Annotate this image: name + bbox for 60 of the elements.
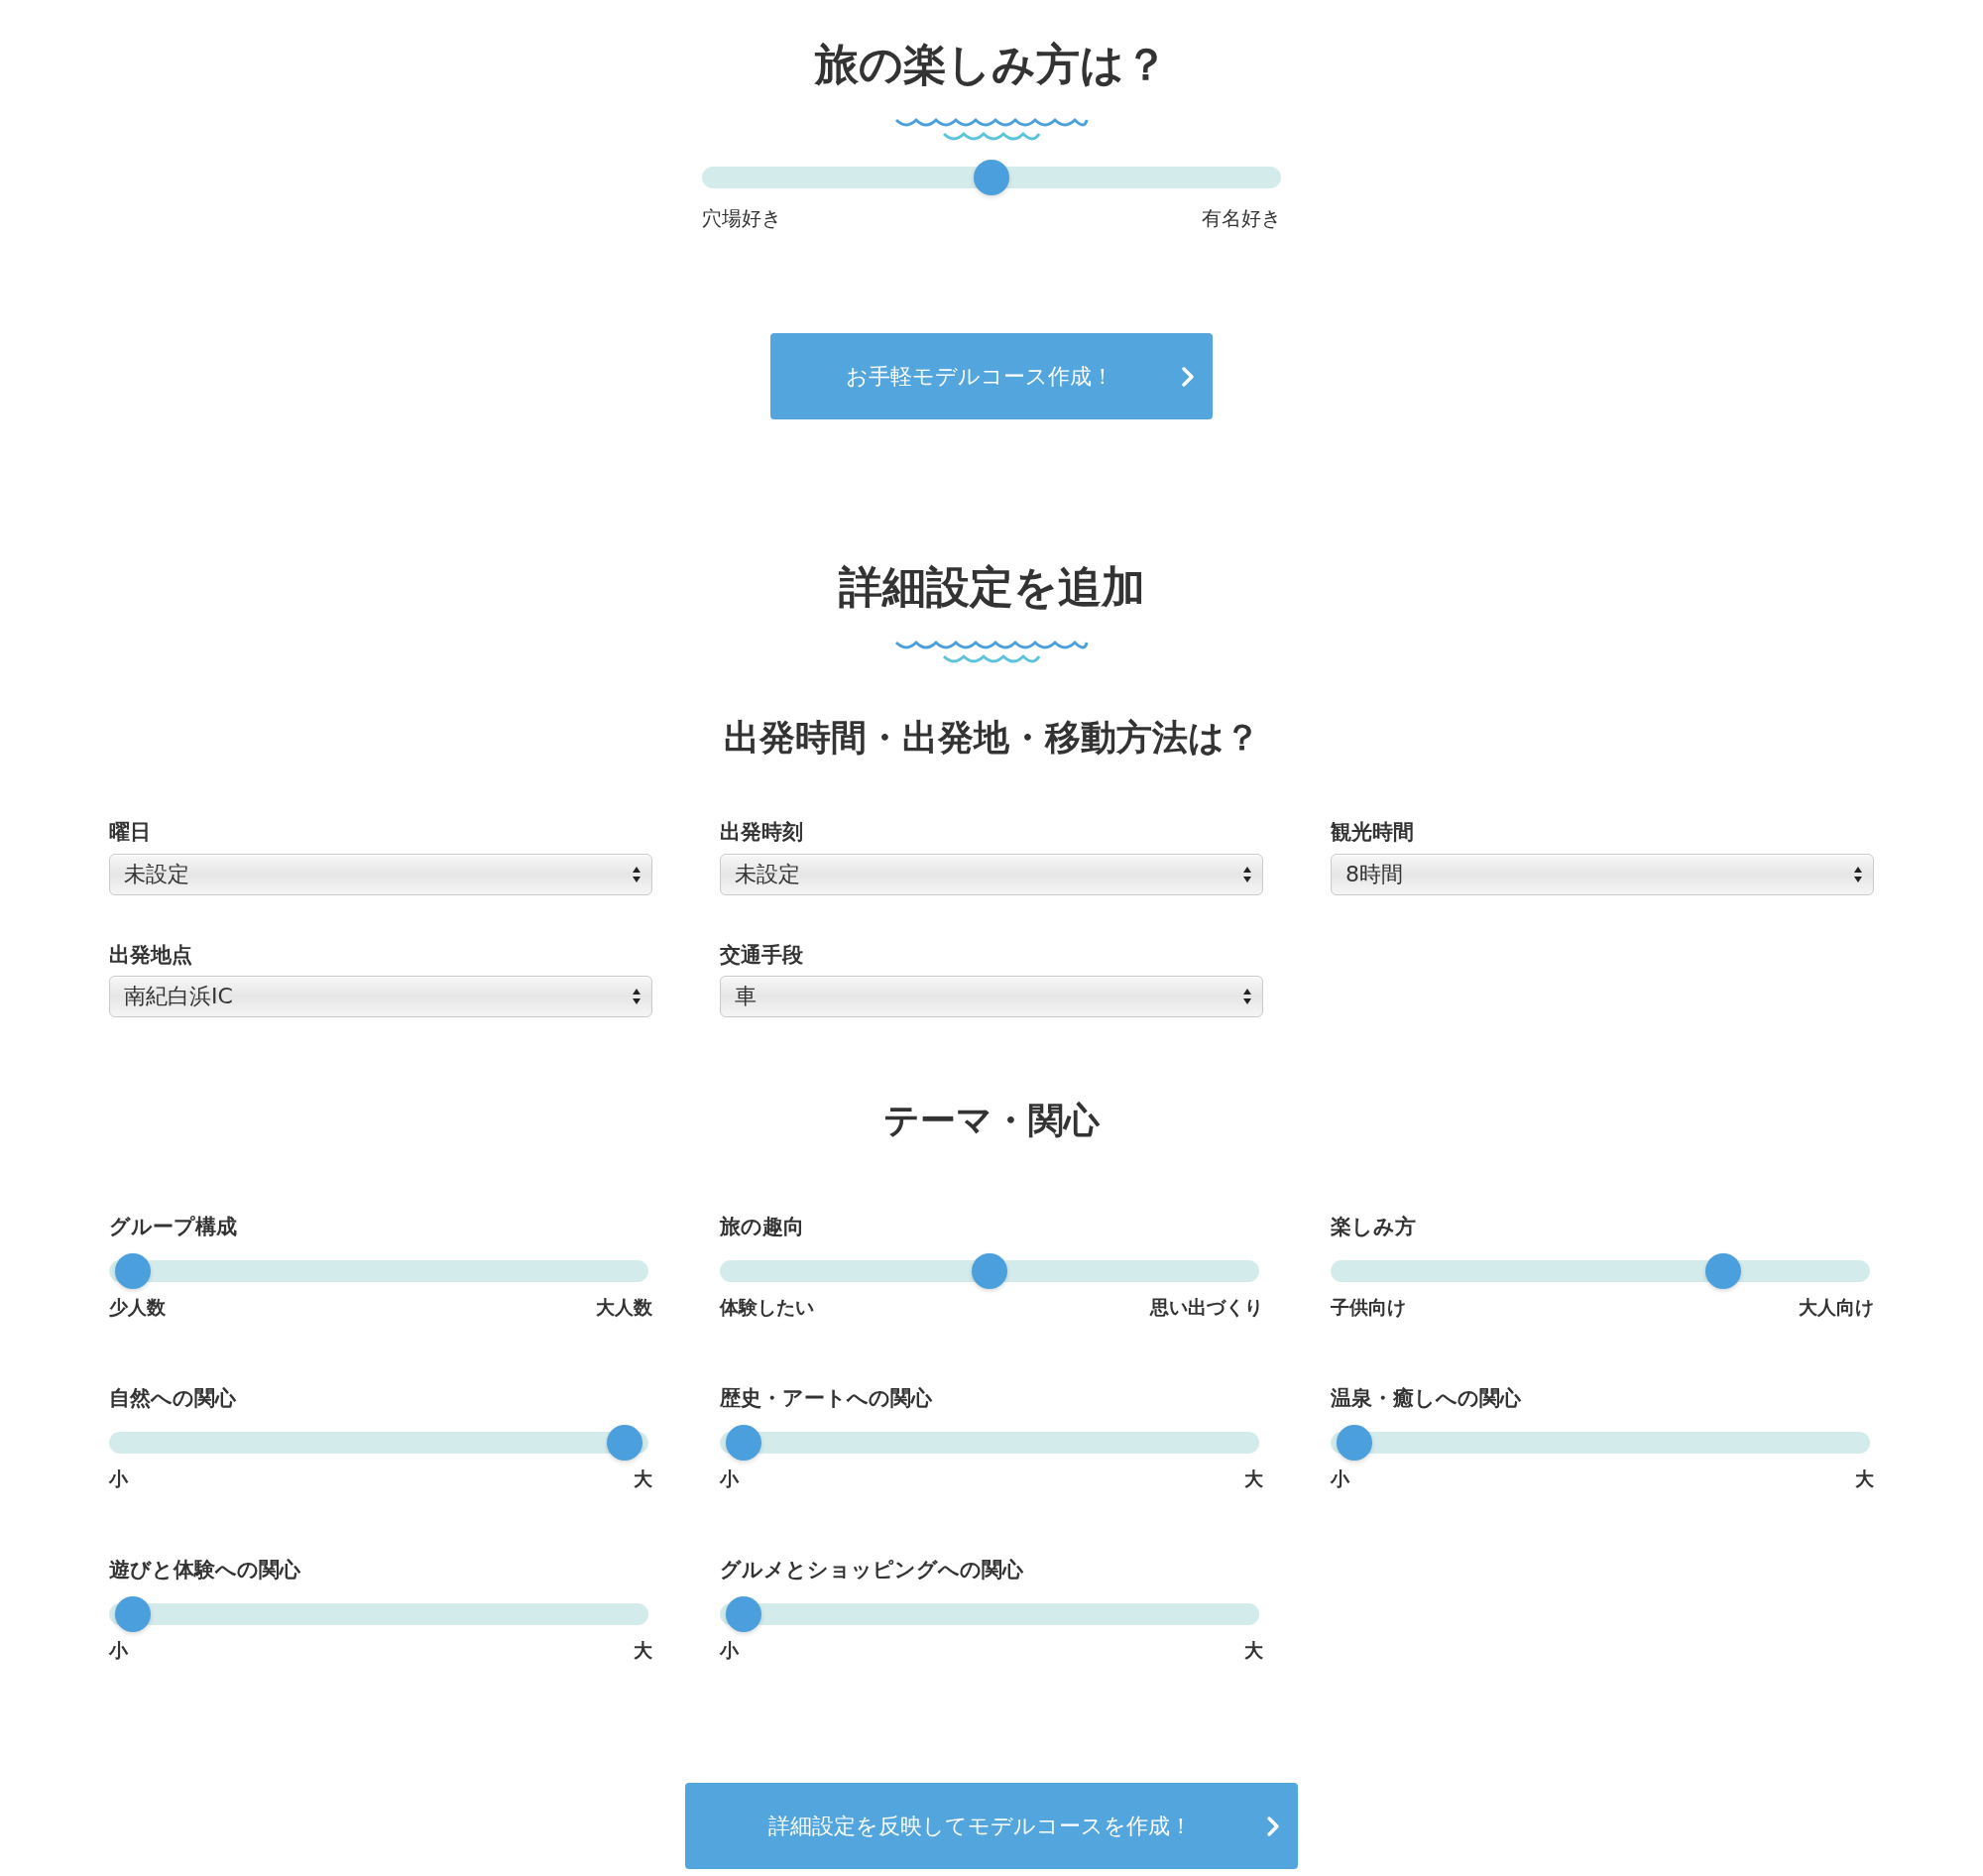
- slider[interactable]: [720, 1596, 1259, 1633]
- section-title: 詳細設定を追加: [838, 560, 1145, 615]
- select-field[interactable]: 8時間: [1331, 853, 1874, 895]
- chevron-right-icon: [1181, 366, 1195, 389]
- slider[interactable]: [109, 1425, 648, 1462]
- slider[interactable]: [109, 1596, 648, 1633]
- slider-min-label: 少人数: [109, 1294, 166, 1320]
- slider-max-label: 大: [1244, 1638, 1263, 1664]
- field-label: 観光時間: [1331, 820, 1415, 846]
- slider-thumb[interactable]: [974, 160, 1009, 196]
- slider-label: グループ構成: [109, 1214, 238, 1239]
- slider-max-label: 大: [634, 1638, 652, 1664]
- slider-min-label: 子供向け: [1331, 1294, 1406, 1320]
- slider-max-label: 大人向け: [1799, 1294, 1874, 1320]
- slider-min-label: 小: [109, 1638, 128, 1664]
- slider-thumb[interactable]: [607, 1425, 642, 1462]
- chevron-right-icon: [1266, 1816, 1280, 1838]
- slider[interactable]: [1331, 1252, 1870, 1289]
- slider[interactable]: [702, 160, 1281, 196]
- slider-thumb[interactable]: [115, 1252, 151, 1289]
- slider-max-label: 大: [1855, 1466, 1874, 1492]
- slider-label: 温泉・癒しへの関心: [1331, 1385, 1522, 1412]
- slider[interactable]: [720, 1425, 1259, 1462]
- slider[interactable]: [1331, 1425, 1870, 1462]
- slider-thumb[interactable]: [726, 1596, 761, 1633]
- slider-min-label: 小: [720, 1466, 739, 1492]
- slider-thumb[interactable]: [726, 1425, 761, 1462]
- section-title: 旅の楽しみ方は？: [815, 38, 1168, 91]
- select-field[interactable]: 車: [720, 975, 1263, 1017]
- slider-label: 遊びと体験への関心: [109, 1558, 301, 1583]
- slider[interactable]: [109, 1252, 648, 1289]
- slider-label: 歴史・アートへの関心: [720, 1385, 933, 1412]
- slider-max-label: 思い出づくり: [1150, 1294, 1263, 1320]
- field-label: 出発時刻: [720, 820, 804, 846]
- slider-max-label: 大: [634, 1466, 652, 1492]
- field-label: 交通手段: [720, 942, 804, 968]
- slider-thumb[interactable]: [115, 1596, 151, 1633]
- slider-label: グルメとショッピングへの関心: [720, 1558, 1024, 1583]
- section-heading: 出発時間・出発地・移動方法は？: [723, 716, 1260, 761]
- slider-max-label: 大人数: [596, 1294, 652, 1320]
- slider-thumb[interactable]: [972, 1252, 1007, 1289]
- select-field[interactable]: 未設定: [109, 853, 652, 895]
- slider-thumb[interactable]: [1337, 1425, 1372, 1462]
- slider-thumb[interactable]: [1705, 1252, 1741, 1289]
- slider-min-label: 穴場好き: [702, 205, 781, 233]
- slider-label: 自然への関心: [109, 1385, 237, 1412]
- slider[interactable]: [720, 1252, 1259, 1289]
- section-heading: テーマ・関心: [883, 1098, 1100, 1142]
- slider-min-label: 小: [720, 1638, 739, 1664]
- slider-max-label: 有名好き: [1202, 205, 1281, 233]
- slider-label: 楽しみ方: [1331, 1214, 1417, 1239]
- slider-max-label: 大: [1244, 1466, 1263, 1492]
- field-label: 曜日: [109, 820, 152, 846]
- slider-min-label: 体験したい: [720, 1294, 814, 1320]
- slider-min-label: 小: [109, 1466, 128, 1492]
- select-field[interactable]: 未設定: [720, 853, 1263, 895]
- select-field[interactable]: 南紀白浜IC: [109, 975, 652, 1017]
- slider-label: 旅の趣向: [720, 1214, 805, 1239]
- slider-min-label: 小: [1331, 1466, 1349, 1492]
- field-label: 出発地点: [109, 942, 193, 968]
